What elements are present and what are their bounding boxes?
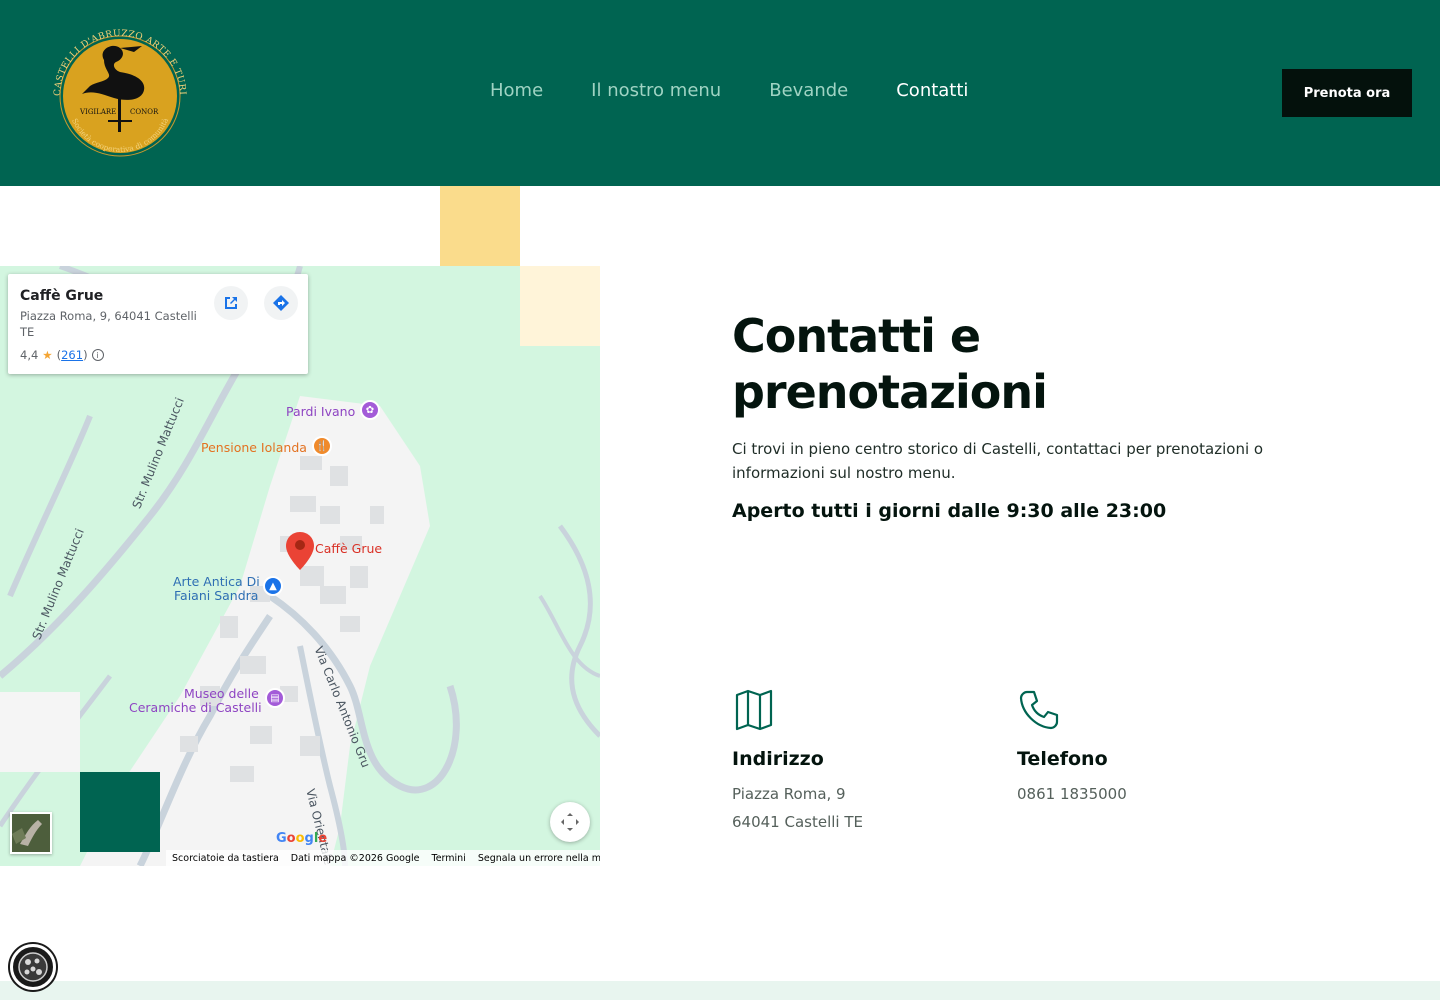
rating-value: 4,4 bbox=[20, 348, 39, 362]
open-in-maps-button[interactable] bbox=[214, 286, 248, 320]
nav-menu[interactable]: Il nostro menu bbox=[591, 80, 721, 101]
opening-hours: Aperto tutti i giorni dalle 9:30 alle 23… bbox=[732, 500, 1167, 522]
map-attribution-bar: Scorciatoie da tastiera Dati mappa ©2026… bbox=[166, 850, 600, 866]
phone-block: Telefono 0861 1835000 bbox=[1017, 688, 1127, 808]
phone-number-link[interactable]: 0861 1835000 bbox=[1017, 780, 1127, 808]
poi-label-museo-2[interactable]: Ceramiche di Castelli bbox=[129, 700, 262, 715]
poi-label-museo-1[interactable]: Museo delle bbox=[184, 686, 259, 701]
keyboard-shortcuts-link[interactable]: Scorciatoie da tastiera bbox=[172, 853, 279, 864]
address-block: Indirizzo Piazza Roma, 9 64041 Castelli … bbox=[732, 688, 863, 836]
cookie-settings-button[interactable] bbox=[10, 944, 56, 990]
map-pin-icon[interactable] bbox=[286, 532, 314, 570]
satellite-toggle[interactable] bbox=[10, 812, 52, 854]
page-title-line-1: Contatti e bbox=[732, 309, 981, 363]
cookie-icon bbox=[18, 952, 48, 982]
poi-label-caffe-grue[interactable]: Caffè Grue bbox=[315, 541, 382, 556]
decor-square-yellow bbox=[440, 186, 520, 266]
logo-motto-right: CONOR bbox=[130, 108, 159, 116]
place-address: Piazza Roma, 9, 64041 Castelli TE bbox=[20, 309, 197, 339]
page-title-line-2: prenotazioni bbox=[732, 365, 1048, 419]
fullscreen-icon bbox=[561, 813, 579, 831]
address-line-2: 64041 Castelli TE bbox=[732, 813, 863, 831]
decor-square-cream bbox=[520, 266, 600, 346]
site-logo[interactable]: CASTELLI D'ABRUZZO ARTE E TURISMO VIGILA… bbox=[37, 13, 198, 170]
book-now-button[interactable]: Prenota ora bbox=[1282, 69, 1412, 117]
satellite-preview-icon bbox=[12, 814, 50, 852]
restaurant-icon[interactable]: 🍴 bbox=[312, 436, 332, 456]
shop-icon[interactable]: ✿ bbox=[360, 400, 380, 420]
review-count-link[interactable]: 261 bbox=[61, 348, 83, 362]
poi-label-arte-2[interactable]: Faiani Sandra bbox=[174, 588, 258, 603]
nav-bevande[interactable]: Bevande bbox=[769, 80, 848, 101]
logo-emblem: CASTELLI D'ABRUZZO ARTE E TURISMO VIGILA… bbox=[37, 13, 187, 157]
address-value: Piazza Roma, 9 64041 Castelli TE bbox=[732, 780, 863, 836]
report-error-link[interactable]: Segnala un errore nella mappa bbox=[478, 853, 600, 864]
external-link-icon bbox=[225, 297, 237, 309]
phone-icon bbox=[1019, 690, 1059, 730]
poi-label-pardi[interactable]: Pardi Ivano bbox=[286, 404, 355, 419]
decor-square-grey bbox=[0, 692, 80, 772]
site-header: CASTELLI D'ABRUZZO ARTE E TURISMO VIGILA… bbox=[0, 0, 1440, 186]
map-data-text: Dati mappa ©2026 Google bbox=[290, 852, 420, 864]
footer-strip bbox=[0, 981, 1440, 1000]
terms-link[interactable]: Termini bbox=[432, 853, 466, 864]
directions-icon bbox=[273, 295, 289, 311]
contact-description: Ci trovi in pieno centro storico di Cast… bbox=[732, 440, 1264, 482]
fullscreen-button[interactable] bbox=[550, 802, 590, 842]
page-title: Contatti e prenotazioni bbox=[732, 308, 1292, 420]
logo-motto-left: VIGILARE bbox=[79, 108, 116, 116]
place-info-card: Caffè Grue Piazza Roma, 9, 64041 Castell… bbox=[8, 274, 308, 374]
map-icon bbox=[735, 689, 773, 731]
poi-label-arte-1[interactable]: Arte Antica Di bbox=[173, 574, 260, 589]
poi-label-pensione[interactable]: Pensione Iolanda bbox=[201, 440, 307, 455]
decor-square-green bbox=[80, 772, 160, 852]
address-label: Indirizzo bbox=[732, 748, 824, 770]
google-logo: Google bbox=[276, 831, 328, 846]
info-icon[interactable]: i bbox=[91, 349, 104, 361]
museum-icon[interactable]: ▤ bbox=[265, 688, 285, 708]
place-rating: 4,4 ★ (261) i bbox=[20, 348, 296, 362]
main-nav: Home Il nostro menu Bevande Contatti bbox=[466, 80, 992, 101]
shopping-bag-icon[interactable]: ▲ bbox=[263, 576, 283, 596]
phone-label: Telefono bbox=[1017, 748, 1108, 770]
nav-contatti[interactable]: Contatti bbox=[896, 80, 968, 101]
star-icon: ★ bbox=[42, 348, 53, 362]
place-name: Caffè Grue bbox=[20, 288, 104, 304]
nav-home[interactable]: Home bbox=[490, 80, 543, 101]
address-line-1: Piazza Roma, 9 bbox=[732, 785, 846, 803]
directions-button[interactable] bbox=[264, 286, 298, 320]
